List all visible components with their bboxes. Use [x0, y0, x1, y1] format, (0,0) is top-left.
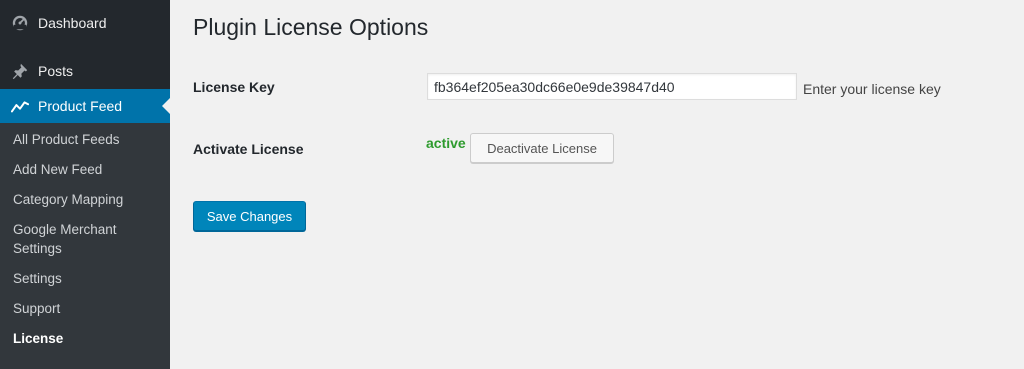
sidebar-item-label: Dashboard [38, 15, 107, 31]
deactivate-license-button[interactable]: Deactivate License [470, 133, 614, 163]
chart-line-icon [10, 96, 30, 116]
submenu-item-add-new-feed[interactable]: Add New Feed [0, 160, 170, 179]
activate-license-label: Activate License [193, 141, 304, 157]
sidebar-item-posts[interactable]: Posts [0, 54, 170, 88]
submenu-item-support[interactable]: Support [0, 299, 170, 318]
save-changes-button[interactable]: Save Changes [193, 201, 306, 231]
submenu-item-google-merchant-settings[interactable]: Google Merchant Settings [0, 220, 170, 258]
license-status-badge: active [426, 135, 466, 151]
pushpin-icon [10, 61, 30, 81]
submenu-item-license[interactable]: License [0, 329, 170, 348]
sidebar-item-product-feed[interactable]: Product Feed [0, 89, 170, 123]
license-key-description: Enter your license key [803, 81, 941, 97]
license-key-input[interactable] [427, 73, 797, 100]
product-feed-submenu: All Product Feeds Add New Feed Category … [0, 123, 170, 369]
admin-app: Dashboard Posts Product Feed All Product… [0, 0, 1024, 369]
submenu-item-settings[interactable]: Settings [0, 269, 170, 288]
license-key-label: License Key [193, 79, 275, 95]
sidebar-item-dashboard[interactable]: Dashboard [0, 6, 170, 40]
admin-sidebar: Dashboard Posts Product Feed All Product… [0, 0, 170, 369]
dashboard-icon [10, 13, 30, 33]
submenu-item-category-mapping[interactable]: Category Mapping [0, 190, 170, 209]
sidebar-item-label: Posts [38, 63, 74, 79]
page-title: Plugin License Options [193, 14, 429, 40]
submenu-item-all-product-feeds[interactable]: All Product Feeds [0, 130, 170, 149]
main-content: Plugin License Options License Key Enter… [170, 0, 1024, 369]
sidebar-item-label: Product Feed [38, 98, 123, 114]
